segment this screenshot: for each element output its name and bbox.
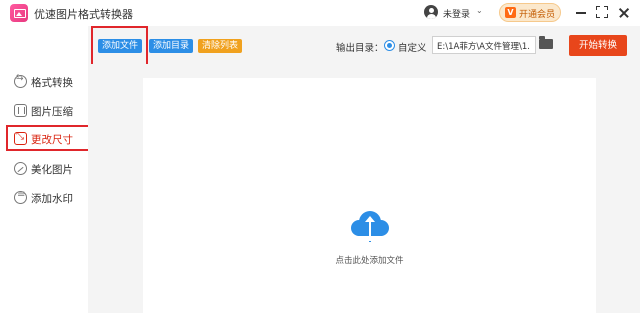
watermark-icon bbox=[14, 189, 27, 204]
vip-icon: V bbox=[505, 7, 516, 18]
vip-label: 开通会员 bbox=[519, 10, 556, 20]
sidebar-item-label: 图片压缩 bbox=[31, 106, 73, 118]
maximize-icon[interactable] bbox=[594, 4, 610, 20]
start-convert-button[interactable]: 开始转换 bbox=[569, 35, 627, 56]
output-dir-label: 输出目录： bbox=[336, 43, 384, 54]
custom-radio[interactable] bbox=[384, 40, 395, 51]
file-drop-zone[interactable]: 点击此处添加文件 bbox=[143, 78, 596, 313]
sidebar: 格式转换 图片压缩 更改尺寸 美化图片 添加水印 bbox=[0, 26, 88, 313]
output-path-input[interactable]: E:\1A菲方\A文件管理\1. bbox=[432, 36, 536, 54]
chevron-down-icon[interactable]: ⌄ bbox=[476, 6, 483, 15]
drop-hint-text[interactable]: 点击此处添加文件 bbox=[143, 254, 596, 266]
login-status[interactable]: 未登录 bbox=[443, 7, 470, 20]
vip-button[interactable]: V 开通会员 bbox=[499, 3, 561, 22]
sidebar-item-label: 美化图片 bbox=[31, 164, 73, 176]
user-avatar-icon[interactable] bbox=[424, 5, 438, 19]
app-logo-icon bbox=[10, 4, 28, 22]
sidebar-item-label: 添加水印 bbox=[31, 193, 73, 205]
add-directory-button[interactable]: 添加目录 bbox=[149, 39, 194, 53]
custom-radio-label[interactable]: 自定义 bbox=[398, 40, 427, 54]
folder-icon[interactable] bbox=[539, 36, 553, 49]
beautify-icon bbox=[14, 162, 27, 175]
compress-icon bbox=[14, 104, 27, 117]
format-convert-icon bbox=[14, 73, 27, 88]
cloud-upload-icon[interactable] bbox=[351, 211, 389, 242]
sidebar-item-label: 格式转换 bbox=[31, 77, 73, 89]
app-title: 优速图片格式转换器 bbox=[34, 8, 133, 21]
minimize-icon[interactable] bbox=[573, 4, 589, 20]
clear-list-button[interactable]: 清除列表 bbox=[198, 39, 243, 53]
main-area: 点击此处添加文件 bbox=[88, 64, 640, 313]
title-bar: 优速图片格式转换器 未登录 ⌄ V 开通会员 bbox=[0, 0, 640, 26]
close-icon[interactable] bbox=[616, 4, 632, 20]
toolbar: 添加文件 添加目录 清除列表 输出目录： 自定义 E:\1A菲方\A文件管理\1… bbox=[88, 26, 640, 73]
